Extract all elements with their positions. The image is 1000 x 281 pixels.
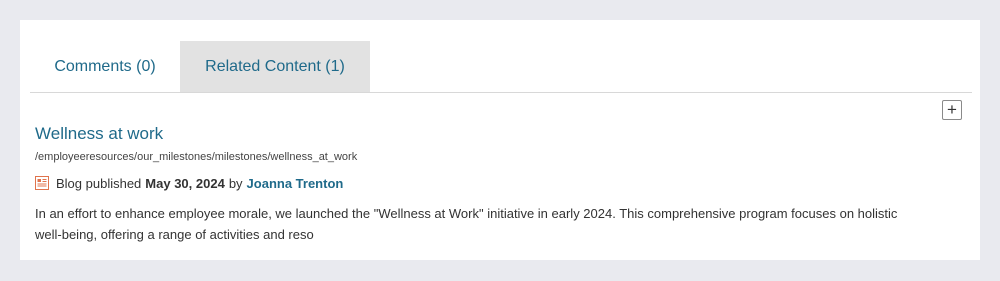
add-button[interactable]: + <box>942 100 962 120</box>
related-item-path: /employeeresources/our_milestones/milest… <box>35 151 358 163</box>
meta-by: by <box>228 176 243 191</box>
related-item-title-link[interactable]: Wellness at work <box>35 124 163 144</box>
plus-icon: + <box>947 100 957 119</box>
meta-prefix: Blog published <box>56 176 142 191</box>
published-date: May 30, 2024 <box>145 176 225 191</box>
tab-related-content[interactable]: Related Content (1) <box>180 41 370 92</box>
tab-comments[interactable]: Comments (0) <box>30 41 180 92</box>
related-item-meta: Blog published May 30, 2024 by Joanna Tr… <box>35 176 343 191</box>
author-link[interactable]: Joanna Trenton <box>247 176 344 191</box>
related-item-description: In an effort to enhance employee morale,… <box>35 206 898 242</box>
tab-bar: Comments (0) Related Content (1) <box>30 41 972 93</box>
related-content-panel: Comments (0) Related Content (1) + Welln… <box>20 20 980 260</box>
blog-post-icon <box>35 176 50 191</box>
